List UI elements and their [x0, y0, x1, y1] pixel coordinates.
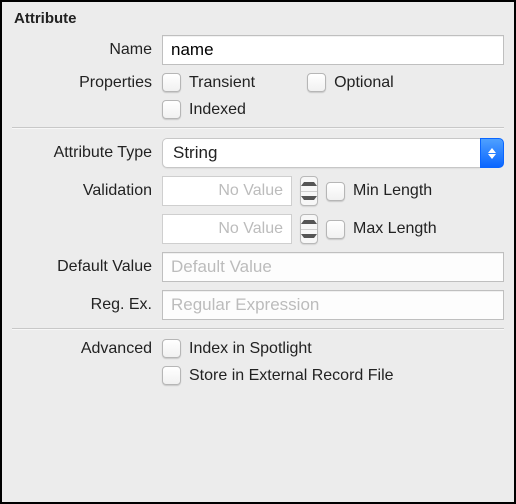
stepper-down-icon	[301, 192, 317, 206]
optional-checkbox[interactable]	[307, 73, 326, 92]
attribute-type-value: String	[162, 138, 480, 168]
name-row: Name	[12, 35, 504, 65]
spotlight-group: Index in Spotlight	[162, 339, 324, 358]
advanced-row: Advanced Index in Spotlight	[12, 339, 504, 358]
properties-row-2: Indexed	[12, 100, 504, 119]
stepper-up-icon	[301, 177, 317, 192]
default-value-row: Default Value	[12, 252, 504, 282]
advanced-label: Advanced	[12, 340, 162, 358]
validation-label: Validation	[12, 182, 162, 200]
attribute-type-label: Attribute Type	[12, 144, 162, 162]
transient-label: Transient	[189, 74, 255, 92]
max-length-checkbox[interactable]	[326, 220, 345, 239]
attribute-type-select[interactable]: String	[162, 138, 504, 168]
indexed-label: Indexed	[189, 101, 246, 119]
separator-2	[12, 328, 504, 329]
min-length-label: Min Length	[353, 182, 432, 200]
optional-group: Optional	[307, 73, 406, 92]
indexed-checkbox[interactable]	[162, 100, 181, 119]
attribute-inspector-panel: Attribute Name Properties Transient Opti…	[0, 0, 516, 504]
stepper-down-icon	[301, 230, 317, 244]
name-input[interactable]	[162, 35, 504, 65]
max-length-label: Max Length	[353, 220, 437, 238]
index-spotlight-label: Index in Spotlight	[189, 340, 312, 358]
stepper-up-icon	[301, 215, 317, 230]
store-external-checkbox[interactable]	[162, 366, 181, 385]
store-external-label: Store in External Record File	[189, 367, 394, 385]
separator-1	[12, 127, 504, 128]
regex-row: Reg. Ex.	[12, 290, 504, 320]
section-title: Attribute	[12, 8, 504, 35]
indexed-group: Indexed	[162, 100, 258, 119]
min-length-stepper[interactable]	[300, 176, 318, 206]
chevron-up-down-icon	[480, 138, 504, 168]
min-length-checkbox[interactable]	[326, 182, 345, 201]
index-spotlight-checkbox[interactable]	[162, 339, 181, 358]
transient-group: Transient	[162, 73, 267, 92]
name-label: Name	[12, 41, 162, 59]
min-length-input[interactable]	[162, 176, 292, 206]
validation-max-row: Max Length	[12, 214, 504, 244]
optional-label: Optional	[334, 74, 394, 92]
advanced-row-2: Store in External Record File	[12, 366, 504, 385]
regex-label: Reg. Ex.	[12, 296, 162, 314]
properties-row: Properties Transient Optional	[12, 73, 504, 92]
max-length-stepper[interactable]	[300, 214, 318, 244]
regex-input[interactable]	[162, 290, 504, 320]
attribute-type-row: Attribute Type String	[12, 138, 504, 168]
default-value-label: Default Value	[12, 258, 162, 276]
transient-checkbox[interactable]	[162, 73, 181, 92]
properties-label: Properties	[12, 74, 162, 92]
default-value-input[interactable]	[162, 252, 504, 282]
store-external-group: Store in External Record File	[162, 366, 406, 385]
max-length-input[interactable]	[162, 214, 292, 244]
validation-min-row: Validation Min Length	[12, 176, 504, 206]
